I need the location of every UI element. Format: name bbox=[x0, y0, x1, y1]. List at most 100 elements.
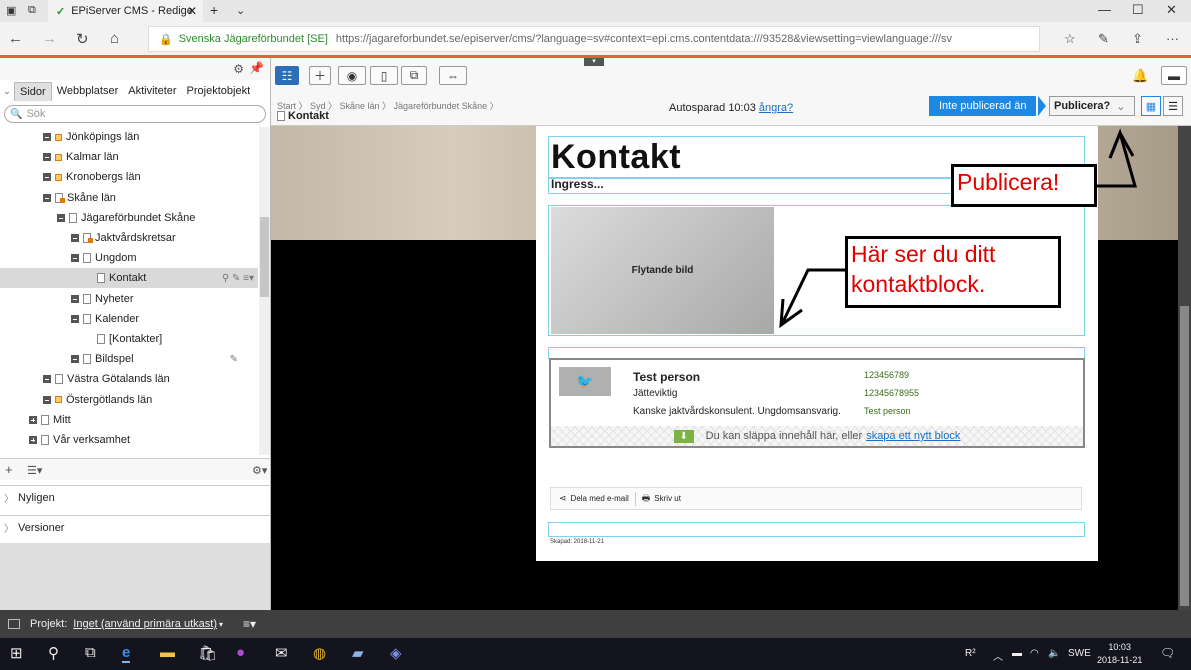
on-page-edit-button[interactable]: ▦ bbox=[1141, 96, 1161, 116]
row-tools-icon[interactable]: ⚲ ✎ ≡▾ bbox=[222, 273, 254, 284]
tab-webbplatser[interactable]: Webbplatser bbox=[52, 82, 124, 100]
tree-item[interactable]: Nyheter bbox=[0, 289, 258, 309]
close-window-icon[interactable]: ✕ bbox=[1166, 2, 1177, 18]
minimize-icon[interactable]: — bbox=[1098, 2, 1111, 17]
publish-button[interactable]: Publicera? ⌄ bbox=[1049, 96, 1135, 116]
maximize-icon[interactable]: ☐ bbox=[1132, 2, 1144, 18]
preview-scrollbar[interactable] bbox=[1178, 126, 1191, 610]
tree-item[interactable]: Västra Götalands län bbox=[0, 369, 258, 389]
print-link[interactable]: Skriv ut bbox=[654, 494, 681, 503]
assets-pane-button[interactable]: ▬ bbox=[1161, 66, 1187, 85]
more-icon[interactable]: ··· bbox=[1166, 31, 1179, 46]
settings-gear-icon[interactable]: ⚙▾ bbox=[252, 464, 267, 477]
caret-down-icon[interactable]: ▾ bbox=[219, 620, 223, 629]
add-button[interactable]: ＋ bbox=[309, 66, 331, 85]
close-tab-icon[interactable]: ✕ bbox=[187, 4, 197, 18]
collapse-icon[interactable] bbox=[71, 234, 79, 242]
section-versioner[interactable]: 〉 Versioner bbox=[0, 515, 270, 539]
tree-item[interactable]: [Kontakter] bbox=[0, 329, 258, 349]
project-selector[interactable]: Inget (använd primära utkast) bbox=[73, 618, 217, 630]
gear-icon[interactable]: ⚙ bbox=[233, 62, 244, 76]
contact-mobile[interactable]: 12345678955 bbox=[864, 388, 919, 398]
bell-icon[interactable]: 🔔 bbox=[1132, 68, 1148, 84]
forward-icon[interactable]: → bbox=[42, 30, 57, 47]
view-button[interactable]: ⧉ bbox=[401, 66, 427, 85]
dropdown-tab-icon[interactable]: ▾ bbox=[584, 58, 604, 66]
add-icon[interactable]: + bbox=[5, 462, 13, 477]
battery-icon[interactable]: ▬ bbox=[1012, 648, 1022, 659]
tree-item[interactable]: Östergötlands län bbox=[0, 390, 258, 410]
contact-phone[interactable]: 123456789 bbox=[864, 370, 909, 380]
favorites-icon[interactable]: ☆ bbox=[1064, 31, 1076, 47]
tree-item[interactable]: Ungdom bbox=[0, 248, 258, 268]
tree-item[interactable]: Mitt bbox=[0, 410, 258, 430]
create-block-link[interactable]: skapa ett nytt block bbox=[866, 430, 960, 442]
tree-item[interactable]: Kalmar län bbox=[0, 147, 258, 167]
tab-sidor[interactable]: Sidor bbox=[14, 81, 52, 101]
scrollbar-thumb[interactable] bbox=[260, 217, 269, 297]
collapse-icon[interactable] bbox=[71, 254, 79, 263]
store-icon[interactable]: 🛍 bbox=[198, 644, 217, 662]
device-preview-button[interactable]: ▯ bbox=[370, 66, 398, 85]
tree-item[interactable]: Kontakt ⚲ ✎ ≡▾ bbox=[0, 268, 258, 289]
list-menu-icon[interactable]: ☰▾ bbox=[27, 464, 42, 477]
app-icon[interactable]: ● bbox=[236, 644, 245, 661]
share-email-link[interactable]: Dela med e-mail bbox=[571, 494, 629, 503]
footer-block[interactable] bbox=[548, 522, 1085, 537]
search-input[interactable]: 🔍 Sök bbox=[4, 105, 266, 123]
pen-icon[interactable]: ✎ bbox=[1098, 31, 1109, 47]
tree-item[interactable]: Jaktvårdskretsar bbox=[0, 228, 258, 248]
collapse-icon[interactable] bbox=[43, 133, 51, 141]
language-indicator[interactable]: SWE bbox=[1068, 648, 1091, 659]
tab-list-chevron-icon[interactable]: ⌄ bbox=[236, 4, 245, 17]
tree-toggle-button[interactable]: ☷ bbox=[275, 66, 299, 85]
tree-item[interactable]: Bildspel ✎ bbox=[0, 349, 258, 369]
section-nyligen[interactable]: 〉 Nyligen bbox=[0, 485, 270, 509]
url-field[interactable]: 🔒 Svenska Jägareförbundet [SE] https://j… bbox=[148, 26, 1040, 52]
tab-actions-icon[interactable]: ▣ bbox=[6, 4, 16, 17]
expand-icon[interactable] bbox=[29, 436, 37, 444]
all-properties-button[interactable]: ☰ bbox=[1163, 96, 1183, 116]
collapse-icon[interactable] bbox=[71, 314, 79, 323]
project-list-icon[interactable]: ≡▾ bbox=[243, 617, 256, 631]
collapse-icon[interactable] bbox=[43, 375, 51, 384]
file-explorer-icon[interactable]: ▬ bbox=[160, 644, 175, 661]
app-2-icon[interactable]: ◈ bbox=[390, 644, 402, 662]
notifications-icon[interactable]: 🗨 bbox=[1160, 646, 1175, 660]
tree-item[interactable]: Kronobergs län bbox=[0, 167, 258, 187]
collapse-icon[interactable] bbox=[71, 355, 79, 364]
undo-link[interactable]: ångra? bbox=[759, 102, 793, 114]
tab-aside-icon[interactable]: ⧉ bbox=[28, 4, 36, 17]
clock[interactable]: 10:03 2018-11-21 bbox=[1097, 641, 1142, 667]
expand-icon[interactable] bbox=[29, 415, 37, 424]
people-icon[interactable]: R² bbox=[965, 648, 976, 659]
share-icon[interactable]: ⇪ bbox=[1132, 31, 1143, 47]
tree-item[interactable]: Jönköpings län bbox=[0, 127, 258, 147]
edit-pencil-icon[interactable]: ✎ bbox=[230, 354, 238, 365]
compare-button[interactable]: ⇔ bbox=[439, 66, 467, 85]
collapse-icon[interactable] bbox=[57, 213, 65, 222]
tree-scrollbar[interactable] bbox=[259, 127, 270, 455]
collapse-icon[interactable] bbox=[43, 173, 51, 182]
mail-icon[interactable]: ✉ bbox=[275, 644, 288, 662]
windows-start-icon[interactable]: ⊞ bbox=[10, 644, 23, 662]
tab-aktiviteter[interactable]: Aktiviteter bbox=[123, 82, 181, 100]
pin-icon[interactable]: 📌 bbox=[249, 61, 264, 75]
tab-projektobjekt[interactable]: Projektobjekt bbox=[182, 82, 256, 100]
tree-item[interactable]: Jägareförbundet Skåne bbox=[0, 208, 258, 228]
collapse-icon[interactable] bbox=[43, 193, 51, 202]
home-icon[interactable]: ⌂ bbox=[110, 30, 119, 47]
scrollbar-thumb[interactable] bbox=[1180, 306, 1189, 606]
task-view-icon[interactable]: ⧉ bbox=[85, 644, 96, 661]
search-icon[interactable]: ⚲ bbox=[48, 644, 59, 662]
drop-zone[interactable]: ⬇ Du kan släppa innehåll här, eller skap… bbox=[551, 426, 1083, 446]
tree-item[interactable]: Kalender bbox=[0, 309, 258, 329]
browser-tab[interactable]: ✓ EPiServer CMS - Redige ✕ bbox=[48, 0, 203, 22]
contact-block[interactable]: 🐦 Test person Jätteviktig Kanske jaktvår… bbox=[549, 358, 1085, 448]
edge-browser-icon[interactable]: e bbox=[122, 644, 131, 663]
tree-item[interactable]: Vår verksamhet bbox=[0, 430, 258, 450]
preview-button[interactable]: ◉ bbox=[338, 66, 366, 85]
tree-item[interactable]: Skåne län bbox=[0, 188, 258, 208]
notes-icon[interactable]: ▰ bbox=[352, 644, 364, 662]
collapse-chevron-icon[interactable]: ⌄ bbox=[0, 86, 14, 97]
